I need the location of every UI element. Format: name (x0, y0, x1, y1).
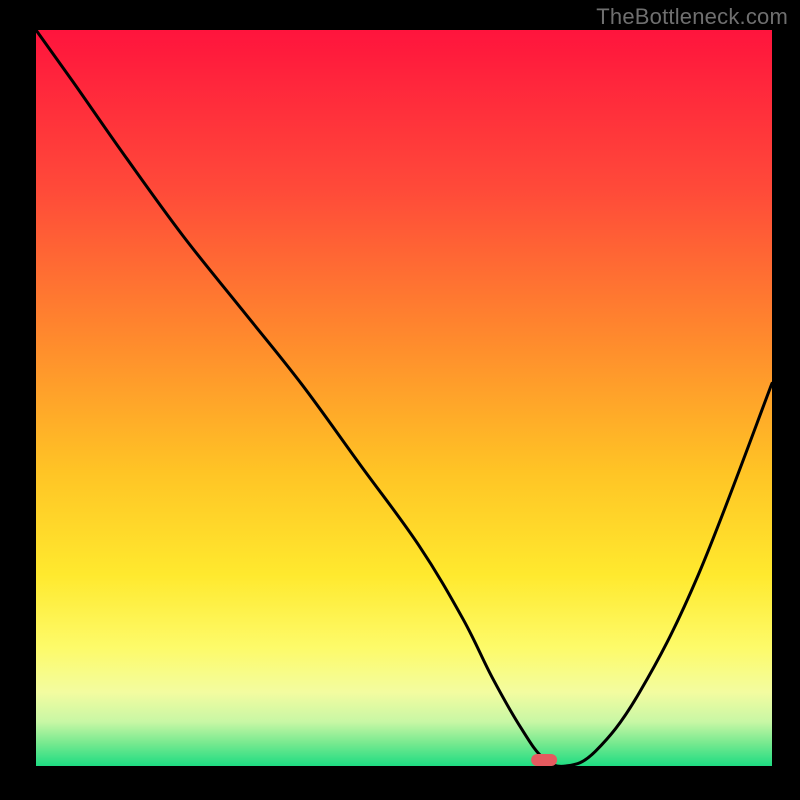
chart-stage: TheBottleneck.com (0, 0, 800, 800)
optimum-marker (531, 754, 557, 766)
watermark-text: TheBottleneck.com (596, 4, 788, 30)
plot-frame (36, 30, 772, 766)
bottleneck-curve (36, 30, 772, 766)
